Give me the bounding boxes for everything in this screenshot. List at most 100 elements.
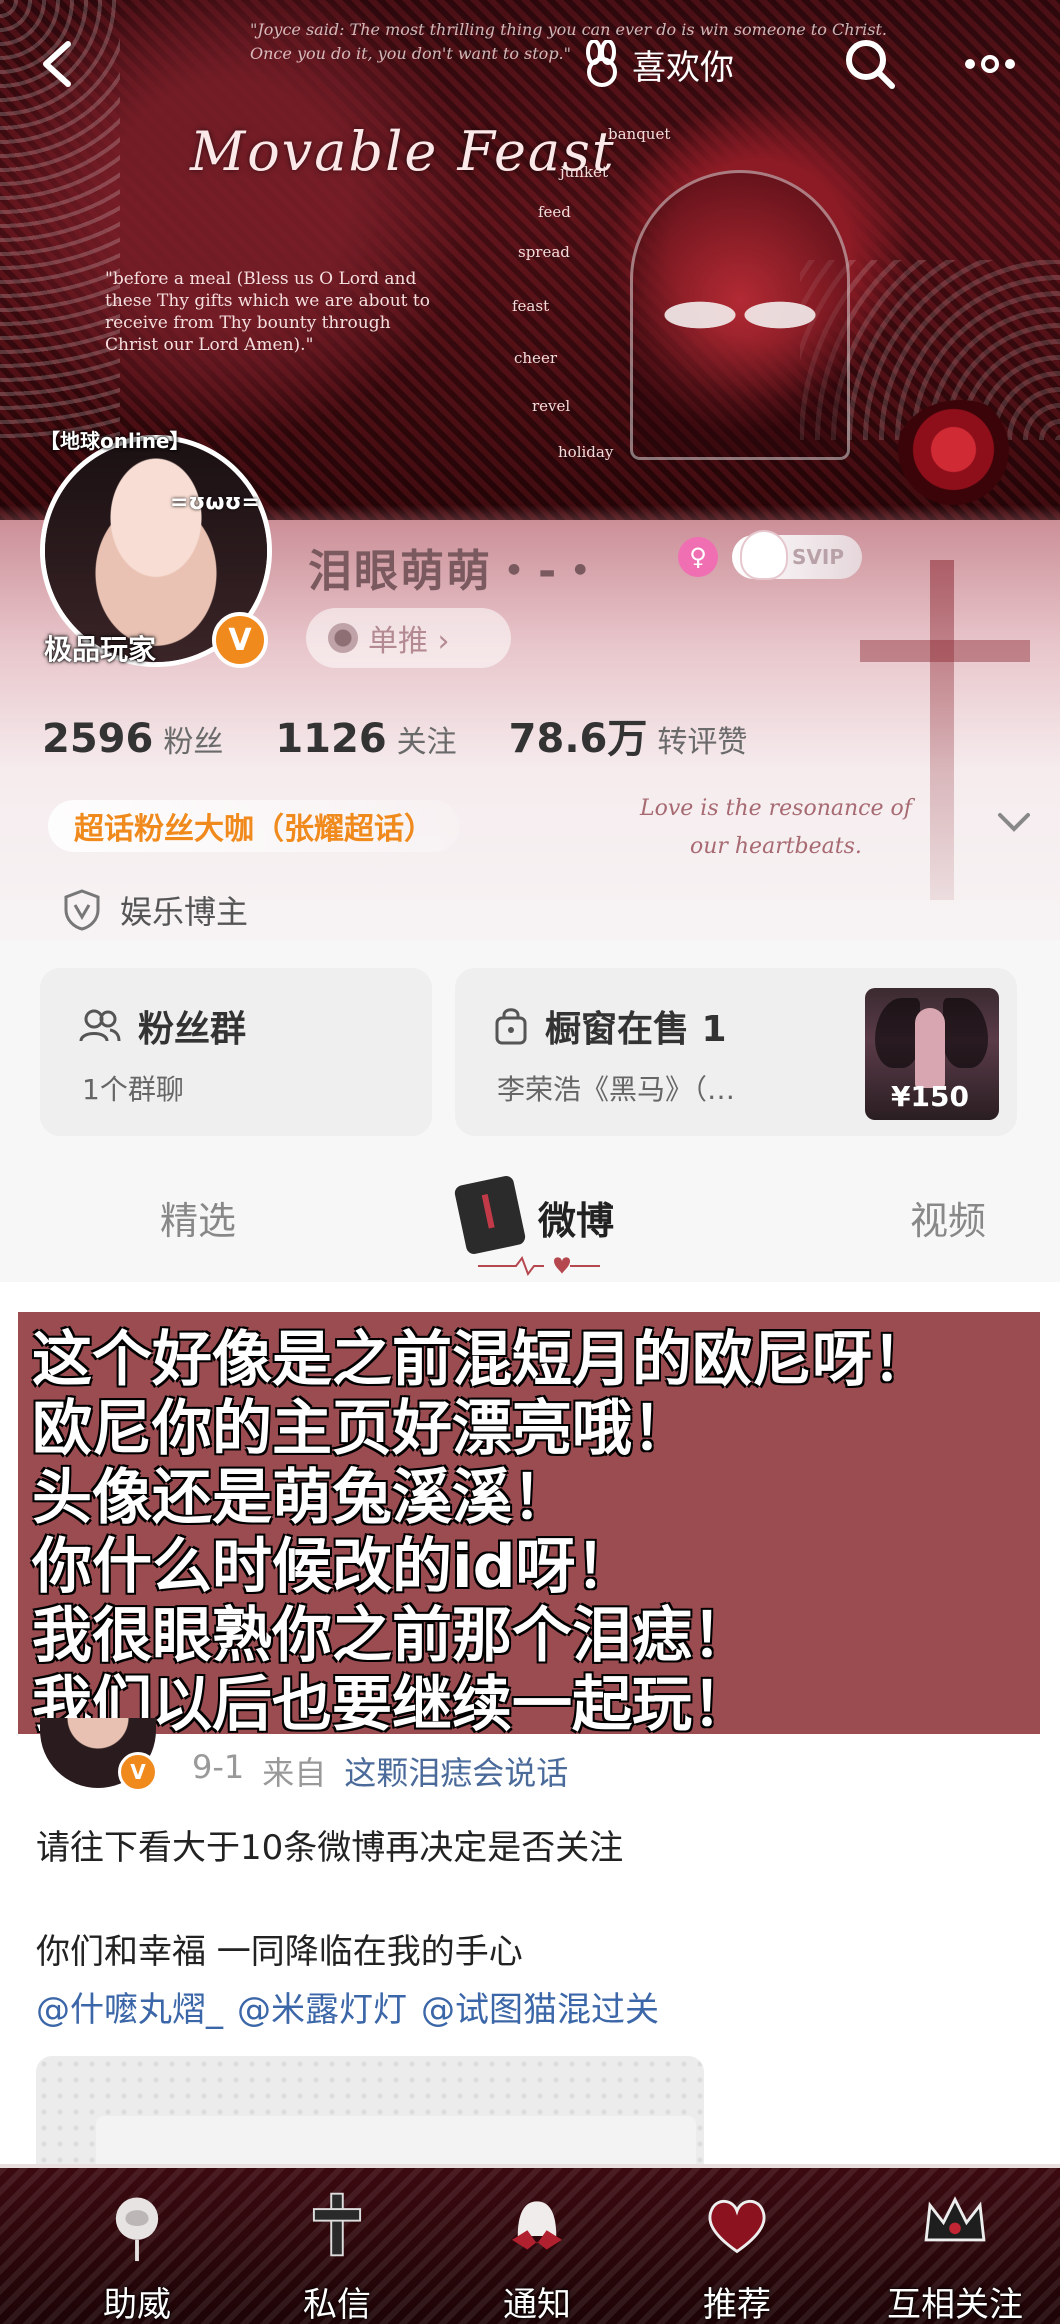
banner-word: banquet xyxy=(608,125,671,143)
wing-shape xyxy=(875,998,920,1068)
cross-decoration xyxy=(860,640,1030,662)
stat-engagement[interactable]: 78.6万 转评赞 xyxy=(509,706,748,764)
mention-link[interactable]: @试图猫混过关 xyxy=(421,1982,659,2031)
cross-icon xyxy=(312,2192,362,2257)
banner-word: junket xyxy=(560,163,608,181)
search-icon xyxy=(846,40,895,89)
shop-window-card[interactable]: 橱窗在售 1 李荣浩《黑马》（… ¥150 xyxy=(455,968,1017,1136)
expand-button[interactable] xyxy=(992,800,1036,844)
bow-image xyxy=(660,270,820,360)
recommend-button[interactable]: 推荐 xyxy=(662,2176,812,2324)
profile-quote-line: our heartbeats. xyxy=(689,834,862,859)
card-title: 粉丝群 xyxy=(78,1000,246,1052)
stat-label: 转评赞 xyxy=(657,725,748,760)
post-spacer xyxy=(36,1874,1026,1926)
post-line: 你们和幸福 一同降临在我的手心 xyxy=(36,1932,523,1972)
avatar-frame-tag: 【地球online】 xyxy=(40,429,190,453)
cheer-button[interactable]: 助威 xyxy=(62,2176,212,2324)
tab-video[interactable]: 视频 xyxy=(910,1190,986,1245)
like-label: 喜欢你 xyxy=(632,47,734,88)
bible-icon xyxy=(453,1174,527,1256)
post-date: 9-1 xyxy=(192,1748,245,1786)
verified-badge: V xyxy=(212,612,268,668)
post-text: 请往下看大于10条微博再决定是否关注 你们和幸福 一同降临在我的手心 xyxy=(36,1822,1026,1978)
pin-icon xyxy=(328,623,358,653)
bunny-icon xyxy=(740,530,788,580)
bottom-action-bar: 助威 私信 通知 推荐 互相关注 xyxy=(0,2164,1060,2324)
shield-v-icon xyxy=(64,889,100,931)
banner-word: cheer xyxy=(514,349,557,367)
mutual-follow-button[interactable]: 互相关注 xyxy=(860,2176,1050,2324)
female-icon: ♀ xyxy=(678,537,718,577)
crown-icon xyxy=(924,2196,986,2242)
stat-value: 2596 xyxy=(42,716,154,762)
wing-shape xyxy=(943,998,988,1068)
fan-group-card[interactable]: 粉丝群 1个群聊 xyxy=(40,968,432,1136)
shopping-bag-icon xyxy=(495,1008,527,1045)
banner-word: spread xyxy=(518,243,570,261)
more-button[interactable] xyxy=(960,34,1020,94)
stat-value: 78.6万 xyxy=(508,716,648,762)
banner-word: feast xyxy=(512,297,550,315)
notification-label: 通知 xyxy=(503,2285,571,2324)
tab-weibo[interactable]: 微博 xyxy=(538,1190,614,1245)
search-button[interactable] xyxy=(840,34,900,94)
post-meta: 9-1 来自 这颗泪痣会说话 xyxy=(192,1748,568,1794)
cross-decoration xyxy=(930,560,954,900)
svip-label: SVIP xyxy=(792,545,844,569)
avatar-frame-label: 极品玩家 xyxy=(44,633,157,666)
post-source-link[interactable]: 这颗泪痣会说话 xyxy=(344,1748,568,1794)
mention-link[interactable]: @什嚒丸熠_ xyxy=(36,1982,223,2031)
caption-line: 这个好像是之前混短月的欧尼呀！ xyxy=(32,1325,932,1395)
stat-followers[interactable]: 2596 粉丝 xyxy=(42,716,223,762)
cheer-label: 助威 xyxy=(103,2285,171,2324)
post-from: 来自 xyxy=(262,1754,327,1792)
stat-following[interactable]: 1126 关注 xyxy=(275,716,456,762)
shop-title: 橱窗在售 1 xyxy=(545,1009,727,1050)
mention-link[interactable]: @米露灯灯 xyxy=(237,1982,407,2031)
back-arrow-icon xyxy=(43,41,71,87)
caption-overlay: 这个好像是之前混短月的欧尼呀！ 欧尼你的主页好漂亮哦！ 头像还是萌兔溪溪！ 你什… xyxy=(18,1312,1040,1740)
fan-group-title: 粉丝群 xyxy=(138,1009,247,1050)
recommend-label: 推荐 xyxy=(703,2285,771,2324)
banner-prayer: "before a meal (Bless us O Lord and thes… xyxy=(105,269,430,355)
rose-image xyxy=(895,400,1025,510)
caption-line: 头像还是萌兔溪溪！ xyxy=(32,1463,572,1533)
bunny-icon xyxy=(586,40,617,87)
push-button[interactable]: 单推 › xyxy=(306,608,511,668)
verification-row[interactable]: 娱乐博主 xyxy=(62,885,248,935)
banner-word: holiday xyxy=(558,443,614,461)
caption-line: 我很眼熟你之前那个泪痣！ xyxy=(32,1601,752,1671)
shop-item-image[interactable]: ¥150 xyxy=(865,988,999,1120)
banner-title: Movable Feast xyxy=(190,120,616,183)
post-mentions: @什嚒丸熠_ @米露灯灯 @试图猫混过关 xyxy=(36,1982,659,2031)
back-button[interactable] xyxy=(30,34,90,94)
banner-word: feed xyxy=(538,203,571,221)
verification-label: 娱乐博主 xyxy=(120,893,249,931)
more-icon xyxy=(965,55,1015,73)
profile-tabs: 精选 微博 视频 xyxy=(0,1170,1060,1280)
profile-quote: Love is the resonance of our heartbeats. xyxy=(640,790,912,866)
banner-word: revel xyxy=(532,397,571,415)
caption-line: 我们以后也要继续一起玩！ xyxy=(32,1670,752,1740)
tab-featured[interactable]: 精选 xyxy=(160,1190,236,1245)
profile-quote-line: Love is the resonance of xyxy=(640,796,912,821)
stat-label: 关注 xyxy=(396,725,457,760)
caption-line: 你什么时候改的id呀！ xyxy=(32,1532,636,1602)
mutual-follow-label: 互相关注 xyxy=(887,2285,1023,2324)
like-button[interactable]: 喜欢你 xyxy=(580,36,734,92)
profile-page: "Joyce said: The most thrilling thing yo… xyxy=(0,0,1060,2324)
avatar-frame-face: =ʊωʊ= xyxy=(170,490,260,515)
top-bar: 喜欢你 xyxy=(0,30,1060,100)
heart-icon xyxy=(708,2199,766,2254)
supertopic-badge[interactable]: 超话粉丝大咖（张耀超话） xyxy=(48,800,460,852)
message-label: 私信 xyxy=(303,2285,371,2324)
post-verified-badge: V xyxy=(118,1752,158,1792)
message-button[interactable]: 私信 xyxy=(262,2176,412,2324)
rose-icon xyxy=(115,2197,159,2262)
fan-group-count: 1个群聊 xyxy=(82,1073,184,1106)
notification-button[interactable]: 通知 xyxy=(462,2176,612,2324)
card-title: 橱窗在售 1 xyxy=(493,1000,727,1052)
profile-stats: 2596 粉丝 1126 关注 78.6万 转评赞 xyxy=(42,706,799,762)
username: 泪眼萌萌・-・ xyxy=(308,546,605,597)
